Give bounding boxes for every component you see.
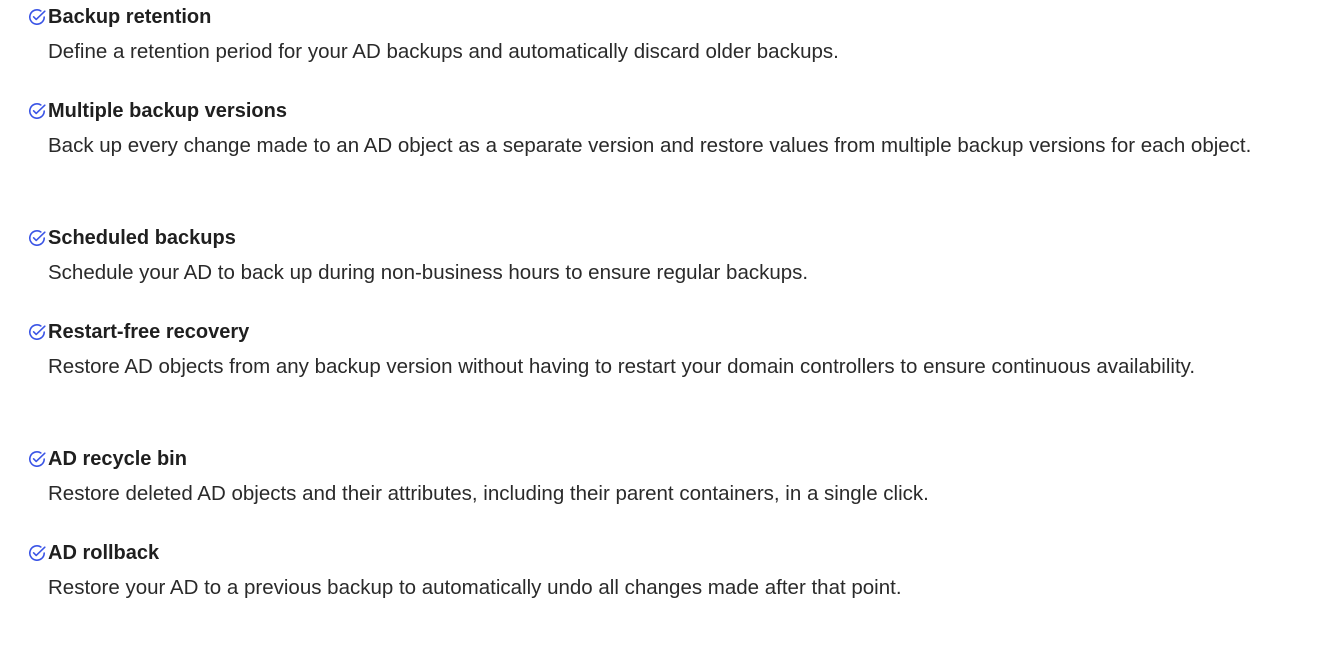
feature-description: Back up every change made to an AD objec…: [48, 134, 1252, 157]
feature-title: Backup retention: [48, 6, 212, 28]
feature-title: Scheduled backups: [48, 227, 236, 249]
check-circle-icon: [29, 103, 46, 120]
feature-list: Backup retention Define a retention peri…: [0, 0, 1325, 660]
check-circle-icon: [29, 545, 46, 562]
check-circle-icon: [29, 230, 46, 247]
feature-title: Multiple backup versions: [48, 100, 287, 122]
check-circle-icon: [29, 451, 46, 468]
feature-description: Restore deleted AD objects and their att…: [48, 482, 929, 505]
feature-title: AD recycle bin: [48, 448, 187, 470]
feature-description: Restore AD objects from any backup versi…: [48, 355, 1196, 378]
feature-description: Schedule your AD to back up during non-b…: [48, 261, 809, 284]
feature-description: Restore your AD to a previous backup to …: [48, 576, 902, 599]
feature-description: Define a retention period for your AD ba…: [48, 40, 839, 63]
check-circle-icon: [29, 324, 46, 341]
feature-title: AD rollback: [48, 542, 160, 564]
check-circle-icon: [29, 9, 46, 26]
feature-title: Restart-free recovery: [48, 321, 250, 343]
